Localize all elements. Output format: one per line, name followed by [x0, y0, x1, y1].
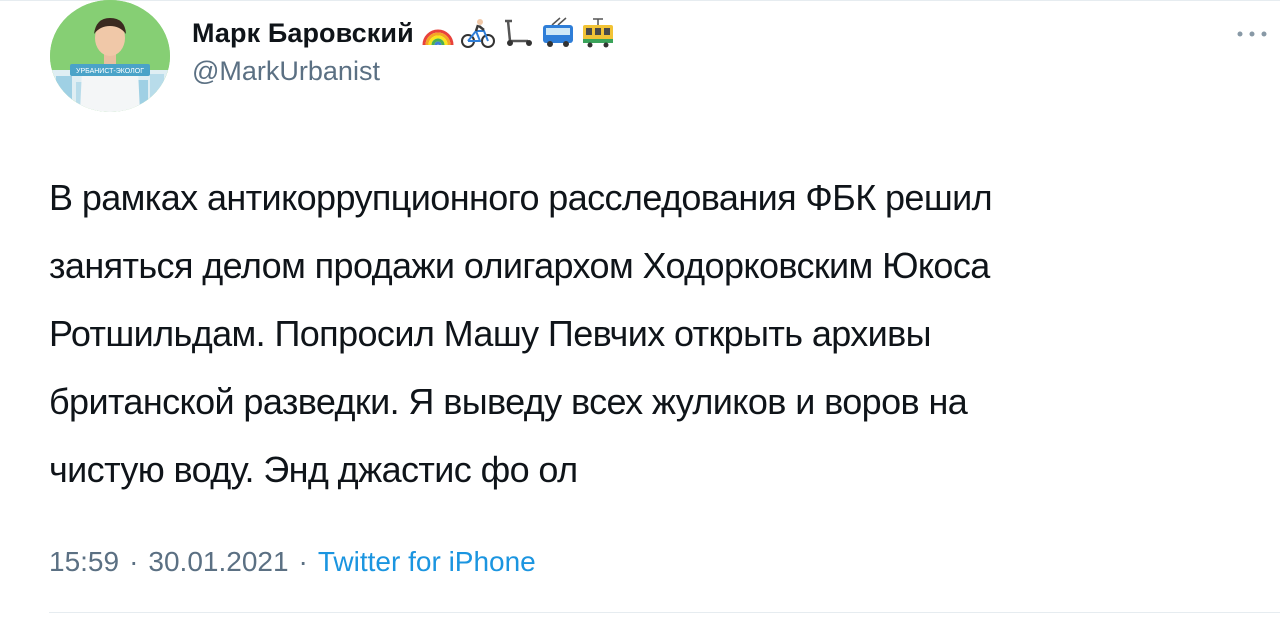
tweet-source-link[interactable]: Twitter for iPhone [318, 546, 536, 578]
kick-scooter-icon [504, 19, 532, 46]
tram-icon [582, 18, 613, 48]
rainbow-icon [422, 29, 454, 46]
author-handle[interactable]: @MarkUrbanist [192, 56, 380, 87]
meta-separator: · [129, 546, 139, 577]
avatar[interactable]: УРБАНИСТ-ЭКОЛОГ [50, 0, 170, 112]
tweet-text: В рамках антикоррупционного расследовани… [49, 177, 993, 490]
tweet-card: УРБАНИСТ-ЭКОЛОГ Марк Баровский @MarkUrba… [0, 0, 1280, 619]
tweet-date[interactable]: 30.01.2021 [148, 546, 288, 578]
meta-separator: · [298, 546, 308, 577]
tweet-meta: 15:59 · 30.01.2021 · Twitter for iPhone [49, 546, 536, 578]
avatar-badge-text: УРБАНИСТ-ЭКОЛОГ [76, 68, 144, 75]
more-options-icon[interactable] [1236, 30, 1268, 38]
author-display-name[interactable]: Марк Баровский [192, 18, 414, 49]
top-divider [0, 0, 1280, 1]
bottom-divider [49, 612, 1280, 613]
trolleybus-icon [542, 17, 573, 47]
author-name-row: Марк Баровский [192, 13, 620, 53]
tweet-time[interactable]: 15:59 [49, 546, 119, 578]
cyclist-icon [460, 19, 495, 48]
